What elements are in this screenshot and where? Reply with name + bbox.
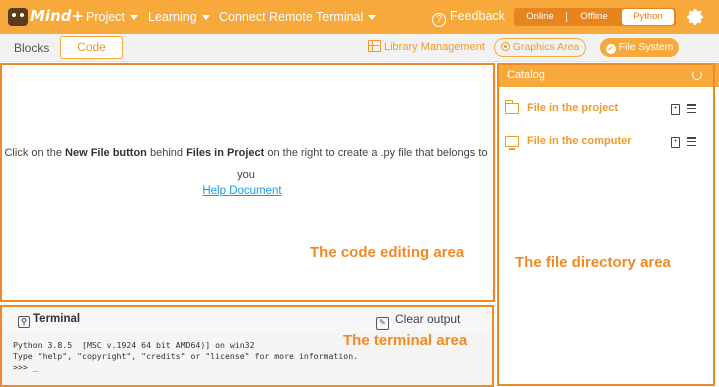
refresh-icon[interactable] xyxy=(692,70,702,80)
catalog-title: Catalog xyxy=(507,69,545,81)
menu-icon[interactable] xyxy=(687,137,696,147)
broom-icon: ✎ xyxy=(376,317,389,330)
code-editor[interactable]: Click on the New File button behind File… xyxy=(0,63,496,304)
menu-connect-label: Connect Remote Terminal xyxy=(219,10,364,24)
catalog-item-label: File in the project xyxy=(527,102,619,114)
menu-connect-remote-terminal[interactable]: Connect Remote Terminal xyxy=(219,10,377,24)
mode-python[interactable]: Python xyxy=(622,9,674,25)
catalog-panel: Catalog File in the project + File in th… xyxy=(497,63,719,387)
tab-blocks[interactable]: Blocks xyxy=(14,41,49,55)
robot-icon xyxy=(8,8,28,26)
editor-toolbar: Blocks Code Library Management Graphics … xyxy=(0,34,719,62)
radio-icon xyxy=(500,42,510,51)
terminal-prompt: >>> _ xyxy=(13,362,38,372)
mode-switch: Online Offline Python xyxy=(514,8,676,26)
terminal-title: ⚲ Terminal xyxy=(18,313,80,328)
help-document-link[interactable]: Help Document xyxy=(0,185,484,197)
catalog-item-label: File in the computer xyxy=(527,135,632,147)
app-logo[interactable]: Mind+ xyxy=(8,6,84,28)
hint-bold-2: Files in Project xyxy=(186,147,265,159)
terminal-title-label: Terminal xyxy=(33,313,81,325)
library-management-button[interactable]: Library Management xyxy=(368,40,485,53)
file-system-button[interactable]: ✓ File System xyxy=(600,38,679,57)
mode-online[interactable]: Online xyxy=(514,8,566,26)
hint-text-3: on the right to create a .py file that b… xyxy=(237,147,488,181)
clear-output-label: Clear output xyxy=(395,312,461,326)
menu-learning-label: Learning xyxy=(148,10,197,24)
menu-icon[interactable] xyxy=(687,104,696,114)
hint-text-2: behind xyxy=(146,147,187,159)
feedback-label: Feedback xyxy=(450,9,505,23)
graphics-area-label: Graphics Area xyxy=(512,41,580,53)
folder-icon xyxy=(505,100,519,114)
library-management-label: Library Management xyxy=(384,41,485,53)
tab-code[interactable]: Code xyxy=(60,36,123,59)
mode-offline[interactable]: Offline xyxy=(567,8,621,26)
new-file-icon[interactable]: + xyxy=(671,104,680,115)
caret-down-icon xyxy=(368,15,377,21)
file-system-label: File System xyxy=(618,41,674,53)
terminal-icon: ⚲ xyxy=(18,316,30,328)
terminal-line: Python 3.8.5 [MSC v.1924 64 bit AMD64)] … xyxy=(13,340,255,350)
editor-hint: Click on the New File button behind File… xyxy=(0,142,492,186)
menu-learning[interactable]: Learning xyxy=(148,10,210,24)
library-icon xyxy=(368,40,381,52)
logo-text: Mind+ xyxy=(30,7,85,25)
feedback-button[interactable]: ? Feedback xyxy=(432,9,505,27)
annotation-files-label: The file directory area xyxy=(515,254,671,271)
catalog-item-project-files[interactable]: File in the project + xyxy=(505,100,705,119)
question-icon: ? xyxy=(432,13,446,27)
catalog-header: Catalog xyxy=(497,63,719,87)
gear-icon[interactable] xyxy=(686,8,704,26)
annotation-terminal-label: The terminal area xyxy=(343,332,468,349)
caret-down-icon xyxy=(129,15,138,21)
clear-output-button[interactable]: ✎ Clear output xyxy=(376,312,460,330)
terminal-line: Type "help", "copyright", "credits" or "… xyxy=(13,351,359,361)
annotation-code-label: The code editing area xyxy=(310,244,465,261)
monitor-icon xyxy=(505,136,519,150)
menu-project[interactable]: Project xyxy=(86,10,138,24)
hint-bold-1: New File button xyxy=(65,147,147,159)
terminal-header: ⚲ Terminal ✎ Clear output xyxy=(0,306,496,332)
new-file-icon[interactable]: + xyxy=(671,137,680,148)
menu-project-label: Project xyxy=(86,10,125,24)
graphics-area-button[interactable]: Graphics Area xyxy=(494,38,586,57)
top-menu-bar: Mind+ Project Learning Connect Remote Te… xyxy=(0,0,719,34)
caret-down-icon xyxy=(201,15,210,21)
hint-text-1: Click on the xyxy=(4,147,66,159)
terminal-output[interactable]: Python 3.8.5 [MSC v.1924 64 bit AMD64)] … xyxy=(13,340,358,373)
check-icon: ✓ xyxy=(605,44,616,54)
catalog-item-computer-files[interactable]: File in the computer + xyxy=(505,134,705,152)
